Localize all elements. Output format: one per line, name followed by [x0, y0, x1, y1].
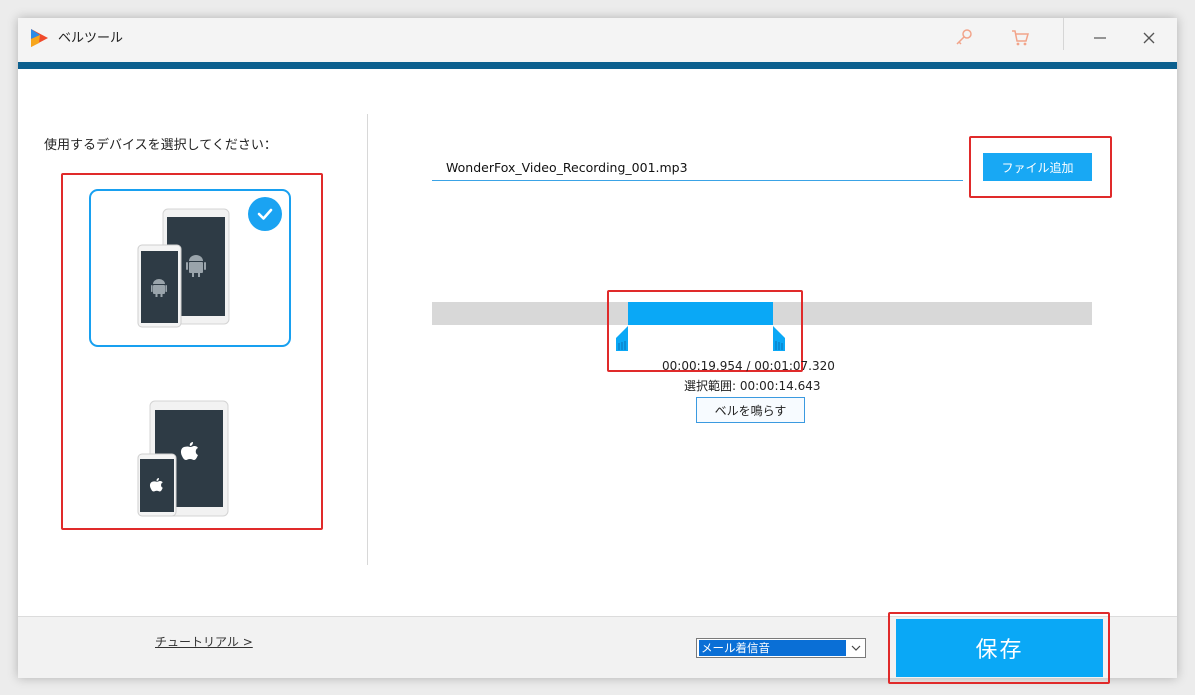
- cart-icon[interactable]: [1008, 26, 1032, 50]
- save-highlight-box: [888, 612, 1110, 684]
- ringtone-type-value: メール着信音: [699, 640, 846, 656]
- footer-bar: チュートリアル > メール着信音 保存: [18, 612, 1177, 684]
- app-logo-icon: [31, 29, 48, 47]
- selection-range-text: 選択範囲: 00:00:14.643: [684, 379, 821, 393]
- tutorial-link[interactable]: チュートリアル >: [155, 633, 253, 650]
- add-file-button[interactable]: ファイル追加: [983, 153, 1092, 181]
- file-path-field[interactable]: WonderFox_Video_Recording_001.mp3: [432, 156, 963, 181]
- title-bar: ベルツール: [18, 18, 1177, 62]
- device-select-label: 使用するデバイスを選択してください：: [44, 138, 277, 153]
- ring-preview-button[interactable]: ベルを鳴らす: [696, 397, 805, 423]
- panel-divider: [367, 114, 368, 565]
- ringtone-type-select[interactable]: メール着信音: [696, 638, 866, 658]
- chevron-down-icon: [851, 645, 861, 651]
- titlebar-divider: [1063, 18, 1064, 50]
- check-icon: [248, 197, 282, 231]
- header-accent-bar: [18, 62, 1177, 69]
- close-icon[interactable]: [1137, 26, 1161, 50]
- apple-devices-icon[interactable]: [136, 400, 232, 518]
- position-duration-text: 00:00:19.954 / 00:01:07.320: [662, 359, 835, 373]
- window-title: ベルツール: [58, 31, 124, 46]
- app-window: ベルツール 使用するデバイスを選択してください： WonderFox_Video…: [18, 18, 1177, 684]
- key-icon[interactable]: [952, 26, 976, 50]
- android-devices-icon[interactable]: [136, 208, 232, 330]
- minimize-icon[interactable]: [1088, 26, 1112, 50]
